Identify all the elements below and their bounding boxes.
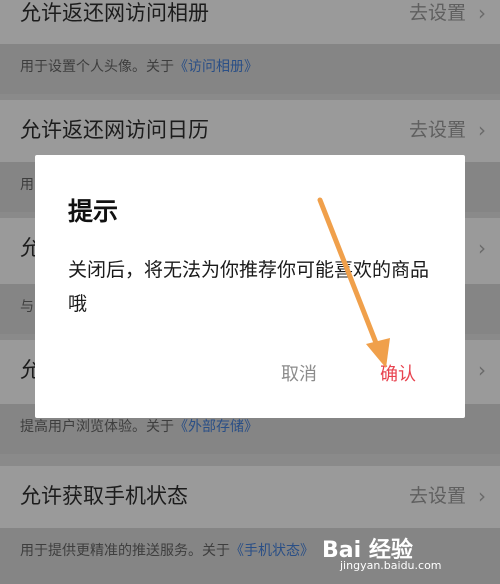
policy-link[interactable]: 《手机状态》 — [230, 543, 314, 559]
setting-title: 允许返还网访问相册 — [20, 1, 209, 25]
baidu-jingyan-watermark: Bai 经验 jingyan.baidu.com — [322, 532, 472, 574]
go-settings-button[interactable]: 去设置 — [409, 0, 466, 26]
description-text: 提高用户浏览体验。关于 — [20, 419, 174, 435]
setting-row-phone-state[interactable]: 允许获取手机状态 去设置 › — [0, 466, 500, 534]
dialog-title: 提示 — [68, 197, 119, 226]
go-settings-button[interactable]: 去设置 — [409, 466, 466, 526]
setting-description: 用于设置个人头像。关于《访问相册》 — [0, 44, 500, 94]
chevron-right-icon: › — [478, 484, 486, 508]
dialog-message: 关闭后，将无法为你推荐你可能喜欢的商品哦 — [68, 259, 430, 315]
policy-link[interactable]: 《外部存储》 — [174, 419, 258, 435]
policy-link[interactable]: 《访问相册》 — [174, 59, 258, 75]
confirm-dialog: 提示 关闭后，将无法为你推荐你可能喜欢的商品哦 取消 确认 — [35, 155, 465, 418]
setting-title: 允许返还网访问日历 — [20, 118, 209, 142]
watermark-url: jingyan.baidu.com — [340, 559, 442, 572]
description-text: 用 — [20, 177, 34, 193]
chevron-right-icon: › — [478, 1, 486, 25]
chevron-right-icon: › — [478, 236, 486, 260]
go-settings-button[interactable]: 去设置 — [409, 100, 466, 160]
setting-row-album[interactable]: 允许返还网访问相册 去设置 › — [0, 0, 500, 50]
description-text: 与 — [20, 299, 34, 315]
cancel-button[interactable]: 取消 — [281, 360, 317, 386]
description-text: 用于提供更精准的推送服务。关于 — [20, 543, 230, 559]
description-text: 用于设置个人头像。关于 — [20, 59, 174, 75]
chevron-right-icon: › — [478, 118, 486, 142]
chevron-right-icon: › — [478, 358, 486, 382]
confirm-button[interactable]: 确认 — [380, 360, 416, 386]
setting-title: 允许获取手机状态 — [20, 484, 188, 508]
